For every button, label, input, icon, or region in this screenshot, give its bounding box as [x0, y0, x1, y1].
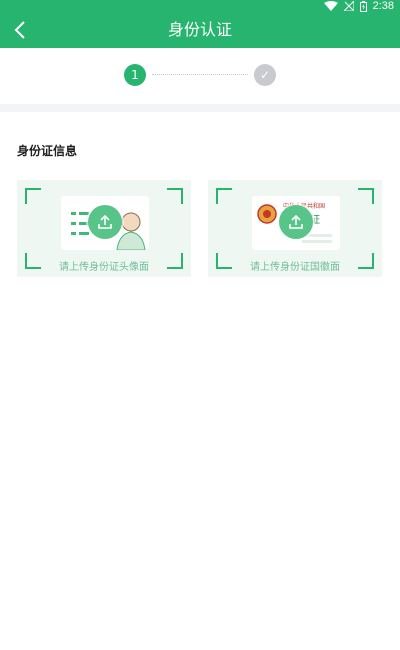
header-bar: 身份认证: [0, 12, 400, 48]
upload-id-front-card[interactable]: 请上传身份证头像面: [17, 180, 191, 277]
battery-icon: [359, 0, 367, 12]
upload-front-label: 请上传身份证头像面: [59, 262, 149, 273]
upload-front-button[interactable]: [88, 205, 122, 239]
step-2-indicator: ✓: [254, 64, 276, 86]
signal-icon: [343, 1, 354, 11]
status-bar: 2:38: [0, 0, 400, 12]
progress-stepper: 1 ✓: [0, 48, 400, 104]
step-connector: [152, 74, 248, 75]
upload-icon: [98, 214, 112, 229]
upload-back-label: 请上传身份证国徽面: [250, 262, 340, 273]
upload-icon: [289, 214, 303, 229]
page-title: 身份认证: [167, 20, 232, 39]
frame-corner: [216, 188, 232, 204]
status-icons: 2:38: [323, 0, 394, 12]
section-divider: [0, 104, 400, 112]
frame-corner: [167, 188, 183, 204]
status-time: 2:38: [372, 0, 394, 12]
frame-corner: [25, 188, 41, 204]
section-title: 身份证信息: [17, 144, 78, 158]
upload-id-back-card[interactable]: 中华人民共和国 身份证 请上传身份证国徽面: [208, 180, 382, 277]
upload-back-button[interactable]: [279, 205, 313, 239]
frame-corner: [358, 188, 374, 204]
wifi-icon: [323, 1, 338, 11]
step-1-indicator: 1: [124, 64, 146, 86]
